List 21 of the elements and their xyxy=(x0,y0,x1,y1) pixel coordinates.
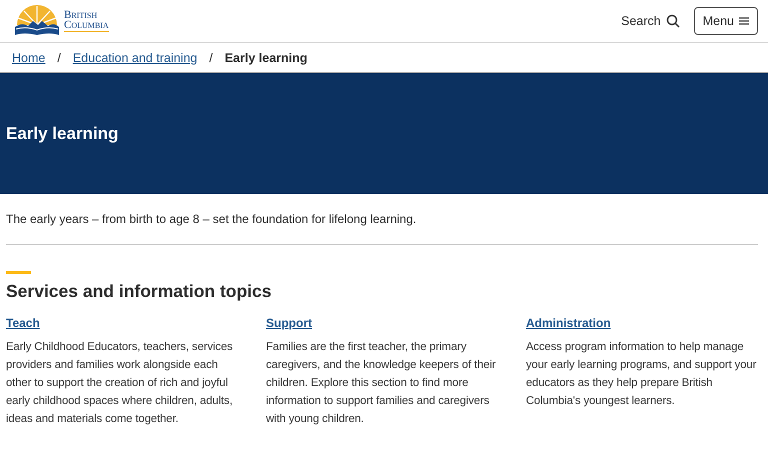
logo-wordmark: British Columbia xyxy=(64,10,109,32)
topic-link[interactable]: Support xyxy=(266,316,312,330)
search-button[interactable]: Search xyxy=(621,14,680,28)
topic-description: Families are the first teacher, the primary caregivers, and the knowledge keepers of their children. Explore this section to find more information to support families and caregivers with young children. xyxy=(266,340,497,427)
intro-text: The early years – from birth to age 8 – set the foundation for lifelong learning. xyxy=(6,211,418,227)
breadcrumb-separator: / xyxy=(57,50,61,64)
topic-description: Early Childhood Educators, teachers, services providers and families work alongside each other to support the creation of rich and joyful early childhood spaces where children, adults, ideas and materials come together. xyxy=(6,340,234,427)
topic-link[interactable]: Teach xyxy=(6,316,40,330)
breadcrumb-link[interactable]: Education and training xyxy=(72,50,198,64)
page-title: Early learning xyxy=(6,124,118,144)
section-heading: Services and information topics xyxy=(6,281,272,302)
sun-mountain-logo-icon xyxy=(14,5,60,37)
topic-link[interactable]: Administration xyxy=(526,316,611,330)
menu-icon xyxy=(739,17,749,25)
current-page-text: Early learning xyxy=(224,50,308,64)
accent-bar xyxy=(6,271,31,274)
menu-button[interactable]: Menu xyxy=(694,7,758,35)
topic-description: Access program information to help manage your early learning programs, and support your educators as they help prepare British Columbia's youngest learners. xyxy=(526,340,758,409)
breadcrumb-link[interactable]: Home xyxy=(12,50,46,64)
breadcrumb-separator: / xyxy=(209,50,213,64)
search-icon xyxy=(666,14,680,28)
